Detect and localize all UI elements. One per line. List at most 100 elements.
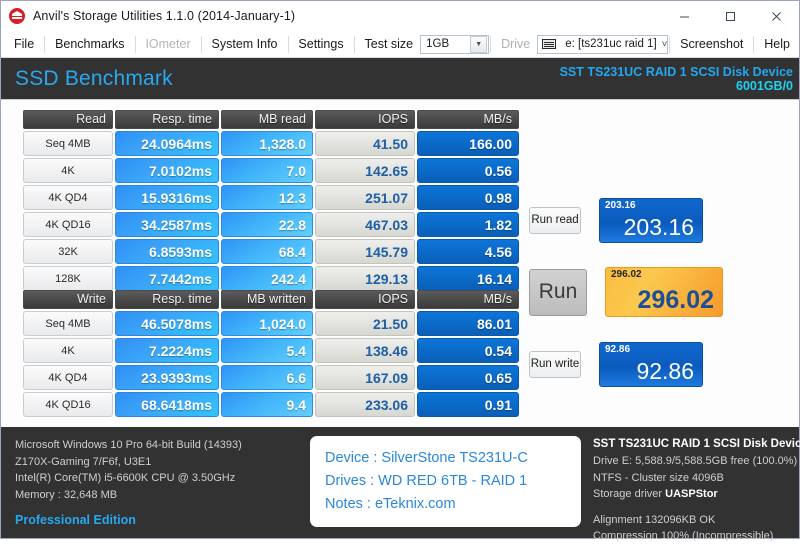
close-icon[interactable] bbox=[753, 1, 799, 31]
cell-mb-written: 6.6 bbox=[221, 365, 313, 390]
benchmark-banner: SSD Benchmark SST TS231UC RAID 1 SCSI Di… bbox=[1, 58, 799, 99]
cell-resp-time: 6.8593ms bbox=[115, 239, 219, 264]
menu-divider bbox=[354, 36, 355, 53]
drive-select[interactable]: e: [ts231uc raid 1] ˅ bbox=[537, 35, 668, 54]
cell-iops: 41.50 bbox=[315, 131, 415, 156]
drive-info-filesystem: NTFS - Cluster size 4096B bbox=[593, 470, 800, 487]
cell-mbs: 166.00 bbox=[417, 131, 519, 156]
system-cpu: Intel(R) Core(TM) i5-6600K CPU @ 3.50GHz bbox=[15, 470, 242, 487]
cell-mb-written: 5.4 bbox=[221, 338, 313, 363]
read-score-value: 203.16 bbox=[624, 216, 694, 239]
notes-text: Notes : eTeknix.com bbox=[325, 493, 581, 516]
read-header-resp-time: Resp. time bbox=[115, 110, 219, 129]
read-score-row: Run read 203.16 203.16 bbox=[529, 188, 791, 252]
system-os: Microsoft Windows 10 Pro 64-bit Build (1… bbox=[15, 437, 242, 454]
cell-mbs: 0.65 bbox=[417, 365, 519, 390]
table-row: 4K QD4 15.9316ms 12.3 251.07 0.98 bbox=[23, 185, 519, 210]
system-memory: Memory : 32,648 MB bbox=[15, 487, 242, 504]
row-label: 4K QD16 bbox=[23, 212, 113, 237]
drive-value: e: [ts231uc raid 1] bbox=[560, 38, 661, 50]
menu-item-system-info[interactable]: System Info bbox=[203, 31, 287, 57]
menu-item-help[interactable]: Help bbox=[755, 31, 799, 57]
cell-mb-read: 1,328.0 bbox=[221, 131, 313, 156]
menu-divider bbox=[135, 36, 136, 53]
read-header-label: Read bbox=[23, 110, 113, 129]
cell-mbs: 4.56 bbox=[417, 239, 519, 264]
run-read-button[interactable]: Run read bbox=[529, 207, 581, 234]
banner-device-capacity: 6001GB/0 bbox=[560, 79, 793, 93]
cell-resp-time: 34.2587ms bbox=[115, 212, 219, 237]
cell-resp-time: 23.9393ms bbox=[115, 365, 219, 390]
notes-panel[interactable]: Device : SilverStone TS231U-C Drives : W… bbox=[310, 436, 581, 527]
edition-label: Professional Edition bbox=[15, 511, 242, 530]
write-table-header-row: Write Resp. time MB written IOPS MB/s bbox=[23, 290, 519, 309]
menu-divider bbox=[201, 36, 202, 53]
app-icon bbox=[9, 8, 25, 24]
total-score-panel: 296.02 296.02 bbox=[605, 267, 723, 317]
menu-divider bbox=[753, 36, 754, 53]
drive-info-driver-value: UASPStor bbox=[665, 488, 718, 500]
cell-iops: 145.79 bbox=[315, 239, 415, 264]
write-header-resp-time: Resp. time bbox=[115, 290, 219, 309]
write-score-value: 92.86 bbox=[636, 360, 694, 383]
drive-info-driver: Storage driver UASPStor bbox=[593, 486, 800, 503]
row-label: 4K QD4 bbox=[23, 185, 113, 210]
menu-item-screenshot[interactable]: Screenshot bbox=[671, 31, 752, 57]
minimize-icon[interactable] bbox=[661, 1, 707, 31]
cell-resp-time: 15.9316ms bbox=[115, 185, 219, 210]
total-score-mini: 296.02 bbox=[611, 270, 642, 280]
read-header-mb-read: MB read bbox=[221, 110, 313, 129]
read-results-table: Read Resp. time MB read IOPS MB/s Seq 4M… bbox=[21, 108, 521, 293]
menu-item-file[interactable]: File bbox=[5, 31, 43, 57]
maximize-icon[interactable] bbox=[707, 1, 753, 31]
test-size-select[interactable]: 1GB ▼ bbox=[420, 35, 489, 54]
menu-item-benchmarks[interactable]: Benchmarks bbox=[46, 31, 133, 57]
menu-item-settings[interactable]: Settings bbox=[289, 31, 352, 57]
chevron-down-icon[interactable]: ▼ bbox=[470, 36, 487, 53]
run-button[interactable]: Run bbox=[529, 269, 587, 316]
table-row: 32K 6.8593ms 68.4 145.79 4.56 bbox=[23, 239, 519, 264]
menu-divider bbox=[288, 36, 289, 53]
run-write-button[interactable]: Run write bbox=[529, 351, 581, 378]
row-label: 4K QD4 bbox=[23, 365, 113, 390]
cell-mbs: 0.54 bbox=[417, 338, 519, 363]
table-row: Seq 4MB 46.5078ms 1,024.0 21.50 86.01 bbox=[23, 311, 519, 336]
cell-mbs: 0.56 bbox=[417, 158, 519, 183]
notes-device: Device : SilverStone TS231U-C bbox=[325, 447, 581, 470]
write-results-table: Write Resp. time MB written IOPS MB/s Se… bbox=[21, 288, 521, 419]
read-score-panel: 203.16 203.16 bbox=[599, 198, 703, 243]
total-score-value: 296.02 bbox=[638, 288, 714, 313]
drive-info-alignment: Alignment 132096KB OK bbox=[593, 512, 800, 529]
row-label: 4K QD16 bbox=[23, 392, 113, 417]
cell-resp-time: 46.5078ms bbox=[115, 311, 219, 336]
page-title: SSD Benchmark bbox=[15, 67, 173, 91]
cell-iops: 142.65 bbox=[315, 158, 415, 183]
cell-mb-read: 7.0 bbox=[221, 158, 313, 183]
scores-panel: Run read 203.16 203.16 Run 296.02 296.02… bbox=[529, 108, 791, 396]
drive-label: Drive bbox=[492, 37, 537, 51]
cell-iops: 233.06 bbox=[315, 392, 415, 417]
row-label: 4K bbox=[23, 338, 113, 363]
write-header-iops: IOPS bbox=[315, 290, 415, 309]
system-info-panel: Microsoft Windows 10 Pro 64-bit Build (1… bbox=[15, 437, 242, 530]
table-row: 4K QD4 23.9393ms 6.6 167.09 0.65 bbox=[23, 365, 519, 390]
write-header-label: Write bbox=[23, 290, 113, 309]
write-header-mb-written: MB written bbox=[221, 290, 313, 309]
chevron-down-icon[interactable]: ˅ bbox=[662, 39, 668, 50]
window-title: Anvil's Storage Utilities 1.1.0 (2014-Ja… bbox=[33, 9, 295, 23]
spacer bbox=[593, 503, 800, 512]
menu-divider bbox=[490, 36, 491, 53]
cell-resp-time: 7.2224ms bbox=[115, 338, 219, 363]
cell-iops: 167.09 bbox=[315, 365, 415, 390]
banner-device-info: SST TS231UC RAID 1 SCSI Disk Device 6001… bbox=[560, 65, 793, 93]
drive-icon bbox=[542, 39, 556, 49]
test-size-label: Test size bbox=[356, 37, 421, 51]
cell-mbs: 86.01 bbox=[417, 311, 519, 336]
table-row: Seq 4MB 24.0964ms 1,328.0 41.50 166.00 bbox=[23, 131, 519, 156]
row-label: Seq 4MB bbox=[23, 131, 113, 156]
cell-mb-written: 1,024.0 bbox=[221, 311, 313, 336]
footer-panel: Microsoft Windows 10 Pro 64-bit Build (1… bbox=[1, 427, 799, 538]
write-score-row: Run write 92.86 92.86 bbox=[529, 332, 791, 396]
cell-mb-read: 12.3 bbox=[221, 185, 313, 210]
drive-info-compression: Compression 100% (Incompressible) bbox=[593, 528, 800, 545]
